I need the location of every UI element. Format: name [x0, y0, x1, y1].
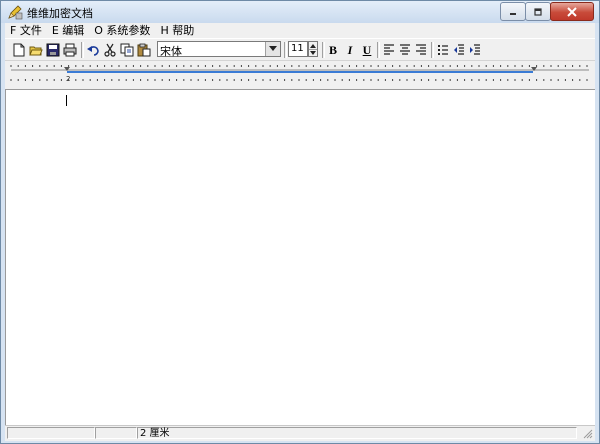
text-caret	[66, 95, 67, 106]
close-icon	[567, 6, 577, 17]
copy-icon	[120, 43, 134, 57]
minimize-icon	[510, 12, 516, 15]
toolbar-separator	[431, 42, 434, 58]
app-window: 维维加密文档 F 文件 E 编辑 O 系统参数 H 帮助 宋体 11 B I U…	[0, 0, 600, 444]
bold-icon: B	[328, 42, 337, 57]
cut-icon	[104, 43, 116, 57]
open-folder-icon	[29, 46, 43, 56]
close-button[interactable]	[550, 2, 594, 21]
document-editor[interactable]	[5, 89, 595, 425]
bold-button[interactable]: B	[325, 42, 341, 58]
dropdown-arrow-icon	[265, 42, 280, 56]
menu-edit[interactable]: E 编辑	[47, 23, 89, 38]
print-icon	[63, 43, 77, 57]
status-bar: 2 厘米	[5, 425, 595, 441]
italic-button[interactable]: I	[342, 42, 358, 58]
ruler[interactable]: 2	[5, 60, 595, 89]
menu-system-params[interactable]: O 系统参数	[89, 23, 155, 38]
align-left-icon	[384, 44, 394, 55]
undo-icon	[87, 46, 99, 56]
paste-icon	[137, 43, 151, 57]
resize-grip-icon[interactable]	[582, 428, 593, 439]
font-name-select[interactable]: 宋体	[157, 41, 281, 58]
toolbar-separator	[377, 42, 380, 58]
maximize-button[interactable]	[525, 2, 551, 21]
menu-bar: F 文件 E 编辑 O 系统参数 H 帮助	[5, 23, 595, 38]
decrease-indent-icon	[454, 44, 464, 55]
underline-icon: U	[362, 42, 372, 57]
decrease-indent-button[interactable]	[451, 42, 467, 58]
pencil-app-icon	[7, 4, 23, 20]
font-size-input[interactable]: 11	[288, 41, 308, 57]
new-document-button[interactable]	[11, 42, 27, 58]
toolbar: 宋体 11 B I U	[5, 38, 595, 61]
status-pane-2	[95, 427, 137, 439]
align-right-icon	[416, 44, 426, 55]
save-button[interactable]	[45, 42, 61, 58]
open-button[interactable]	[28, 42, 44, 58]
ruler-scale: 2	[10, 65, 589, 83]
increase-indent-icon	[470, 44, 480, 55]
align-right-button[interactable]	[413, 42, 429, 58]
title-bar: 维维加密文档	[1, 1, 599, 23]
window-title: 维维加密文档	[27, 7, 93, 20]
cut-button[interactable]	[102, 42, 118, 58]
maximize-icon	[534, 7, 542, 16]
menu-file[interactable]: F 文件	[5, 23, 47, 38]
font-size-value: 11	[291, 43, 304, 54]
align-center-button[interactable]	[397, 42, 413, 58]
copy-button[interactable]	[119, 42, 135, 58]
font-size-spinner	[308, 41, 318, 57]
minimize-button[interactable]	[500, 2, 526, 21]
status-pane-position: 2 厘米	[137, 427, 577, 439]
align-left-button[interactable]	[381, 42, 397, 58]
align-center-icon	[400, 44, 410, 55]
paste-button[interactable]	[136, 42, 152, 58]
window-controls	[500, 2, 594, 21]
bullet-list-button[interactable]	[435, 42, 451, 58]
toolbar-separator	[284, 42, 287, 58]
increase-indent-button[interactable]	[467, 42, 483, 58]
menu-help[interactable]: H 帮助	[155, 23, 199, 38]
underline-button[interactable]: U	[359, 42, 375, 58]
italic-icon: I	[347, 42, 353, 57]
status-pane-1	[7, 427, 95, 439]
spin-down-icon[interactable]	[309, 49, 317, 56]
toolbar-separator	[81, 42, 84, 58]
print-button[interactable]	[62, 42, 78, 58]
bullet-list-icon	[438, 45, 448, 55]
save-icon	[46, 43, 60, 57]
undo-button[interactable]	[85, 42, 101, 58]
new-document-icon	[13, 43, 25, 57]
font-name-value: 宋体	[160, 45, 182, 58]
